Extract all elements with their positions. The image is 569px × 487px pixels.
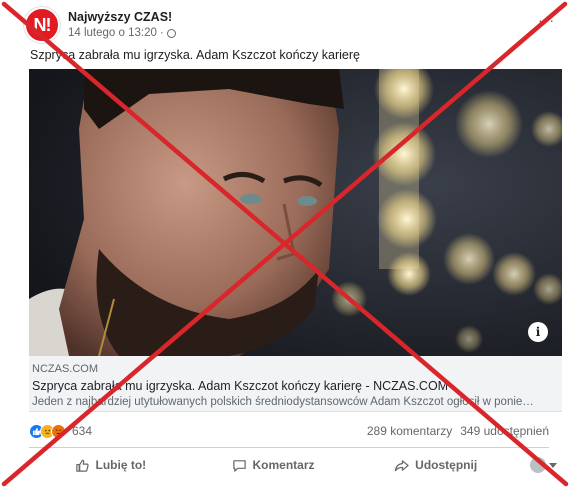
link-preview-image[interactable]: i <box>29 69 562 356</box>
info-icon[interactable]: i <box>528 322 548 342</box>
post-meta: Najwyższy CZAS! 14 lutego o 13:20 · <box>68 9 176 41</box>
shares-count-link[interactable]: 349 udostępnień <box>460 424 549 438</box>
link-domain: NCZAS.COM <box>32 363 98 375</box>
more-options-button[interactable]: ··· <box>538 12 555 28</box>
avatar-logo-text: N! <box>33 14 52 35</box>
comment-button[interactable]: Komentarz <box>192 458 355 473</box>
globe-icon <box>166 28 176 38</box>
like-button[interactable]: Lubię to! <box>29 458 192 473</box>
post-caption: Szpryca zabrała mu igrzyska. Adam Kszczo… <box>30 48 360 62</box>
like-label: Lubię to! <box>95 458 147 472</box>
athlete-photo <box>29 69 562 356</box>
link-title[interactable]: Szpryca zabrała mu igrzyska. Adam Kszczo… <box>29 378 562 395</box>
post-action-bar: Lubię to! Komentarz Udostępnij <box>29 451 558 479</box>
reactions-summary[interactable]: 634 <box>29 423 93 439</box>
share-label: Udostępnij <box>415 458 478 472</box>
post-timestamp-row: 14 lutego o 13:20 · <box>68 25 176 41</box>
comment-icon <box>232 459 246 472</box>
chevron-down-icon <box>549 462 558 468</box>
engagement-counts: 289 komentarzy 349 udostępnień <box>367 424 549 438</box>
facebook-post: N! Najwyższy CZAS! 14 lutego o 13:20 · ·… <box>0 0 569 487</box>
page-avatar[interactable]: N! <box>24 7 60 43</box>
share-button[interactable]: Udostępnij <box>354 458 517 473</box>
post-timestamp[interactable]: 14 lutego o 13:20 <box>68 25 157 41</box>
viewer-avatar <box>530 457 547 473</box>
post-header: N! Najwyższy CZAS! 14 lutego o 13:20 · <box>24 6 176 44</box>
share-icon <box>394 459 409 471</box>
thumbs-up-icon <box>75 459 89 472</box>
link-preview-meta[interactable]: NCZAS.COM Szpryca zabrała mu igrzyska. A… <box>29 356 562 412</box>
comment-label: Komentarz <box>252 458 315 472</box>
post-stats: 634 289 komentarzy 349 udostępnień <box>29 420 549 442</box>
link-description: Jeden z najbardziej utytułowanych polski… <box>32 396 534 408</box>
page-name[interactable]: Najwyższy CZAS! <box>68 9 176 25</box>
action-divider <box>29 447 549 448</box>
viewer-selector[interactable] <box>517 457 558 473</box>
reaction-count: 634 <box>72 424 93 438</box>
separator-dot: · <box>159 27 164 39</box>
angry-reaction-icon <box>51 423 66 439</box>
comments-count-link[interactable]: 289 komentarzy <box>367 424 452 438</box>
